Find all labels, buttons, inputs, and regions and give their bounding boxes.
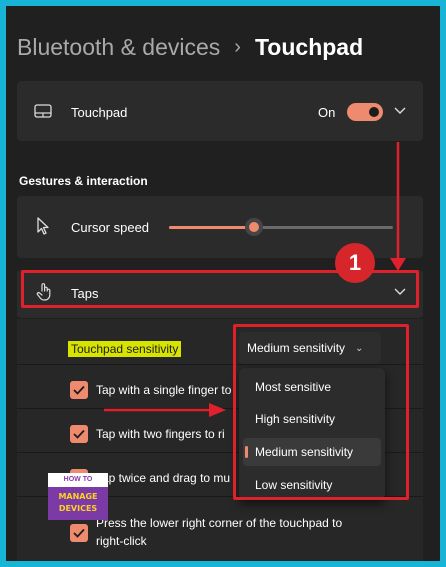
how-to-manage-devices-logo: HOW TO MANAGE DEVICES <box>48 473 108 520</box>
step-number-badge: 1 <box>335 243 375 283</box>
logo-body: MANAGE DEVICES <box>48 487 108 520</box>
logo-line2: MANAGE <box>58 492 98 501</box>
settings-window: Bluetooth & devices › Touchpad Touchpad … <box>6 6 440 561</box>
logo-line1: HOW TO <box>48 473 108 487</box>
logo-line3: DEVICES <box>58 504 98 513</box>
